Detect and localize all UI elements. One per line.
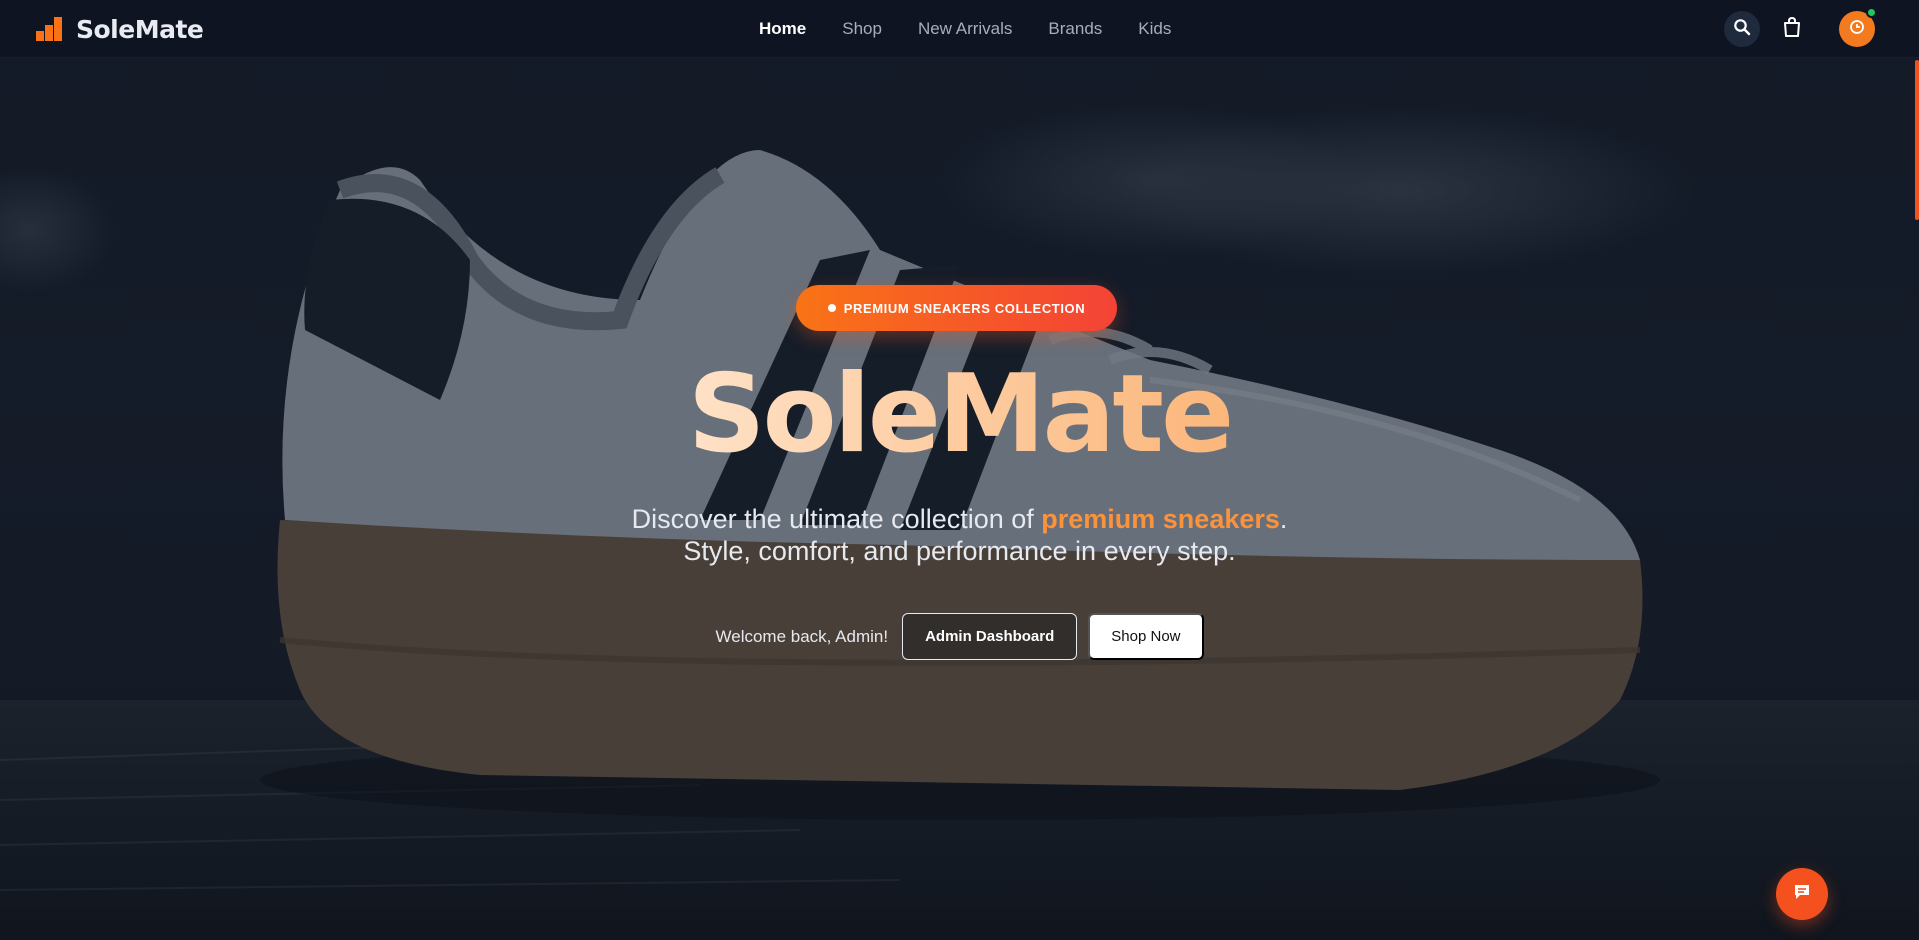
subtitle-highlight: premium sneakers (1041, 504, 1280, 534)
nav-actions (1699, 0, 1919, 58)
search-button[interactable] (1724, 11, 1760, 47)
online-status-indicator (1866, 7, 1877, 18)
chat-button[interactable] (1776, 868, 1828, 920)
hero-title: SoleMate (0, 355, 1919, 475)
badge-label: PREMIUM SNEAKERS COLLECTION (843, 300, 1086, 316)
nav-item-brands[interactable]: Brands (1048, 19, 1102, 39)
cta-row: Welcome back, Admin! Admin Dashboard Sho… (0, 613, 1919, 660)
subtitle-prefix: Discover the ultimate collection of (631, 504, 1042, 534)
hero-subtitle-line-1: Discover the ultimate collection of prem… (0, 503, 1919, 535)
nav-item-shop[interactable]: Shop (842, 19, 882, 39)
top-navigation-bar: SoleMate Home Shop New Arrivals Brands K… (0, 0, 1919, 58)
nav-item-new-arrivals[interactable]: New Arrivals (918, 19, 1012, 39)
hero-subtitle: Discover the ultimate collection of prem… (0, 503, 1919, 567)
shopping-bag-icon (1783, 16, 1801, 42)
search-icon (1733, 18, 1751, 41)
badge-dot-icon (827, 304, 836, 312)
nav-item-kids[interactable]: Kids (1138, 19, 1171, 39)
hero-subtitle-line-2: Style, comfort, and performance in every… (683, 536, 1236, 566)
stairs-bars-icon (36, 17, 62, 41)
welcome-message: Welcome back, Admin! (715, 626, 889, 646)
user-avatar-icon (1849, 19, 1865, 40)
scrollbar-thumb[interactable] (1915, 60, 1919, 220)
admin-dashboard-button[interactable]: Admin Dashboard (902, 613, 1078, 660)
brand-logo[interactable]: SoleMate (36, 13, 204, 45)
cart-button[interactable] (1774, 11, 1810, 47)
chat-bubble-icon (1792, 882, 1812, 907)
collection-badge: PREMIUM SNEAKERS COLLECTION (796, 285, 1117, 331)
hero-section: PREMIUM SNEAKERS COLLECTION SoleMate Dis… (0, 0, 1919, 940)
nav-item-home[interactable]: Home (759, 19, 806, 39)
shop-now-button[interactable]: Shop Now (1088, 613, 1204, 660)
brand-name: SoleMate (76, 14, 204, 44)
main-nav: Home Shop New Arrivals Brands Kids (759, 0, 1171, 58)
subtitle-suffix: . (1279, 504, 1288, 534)
